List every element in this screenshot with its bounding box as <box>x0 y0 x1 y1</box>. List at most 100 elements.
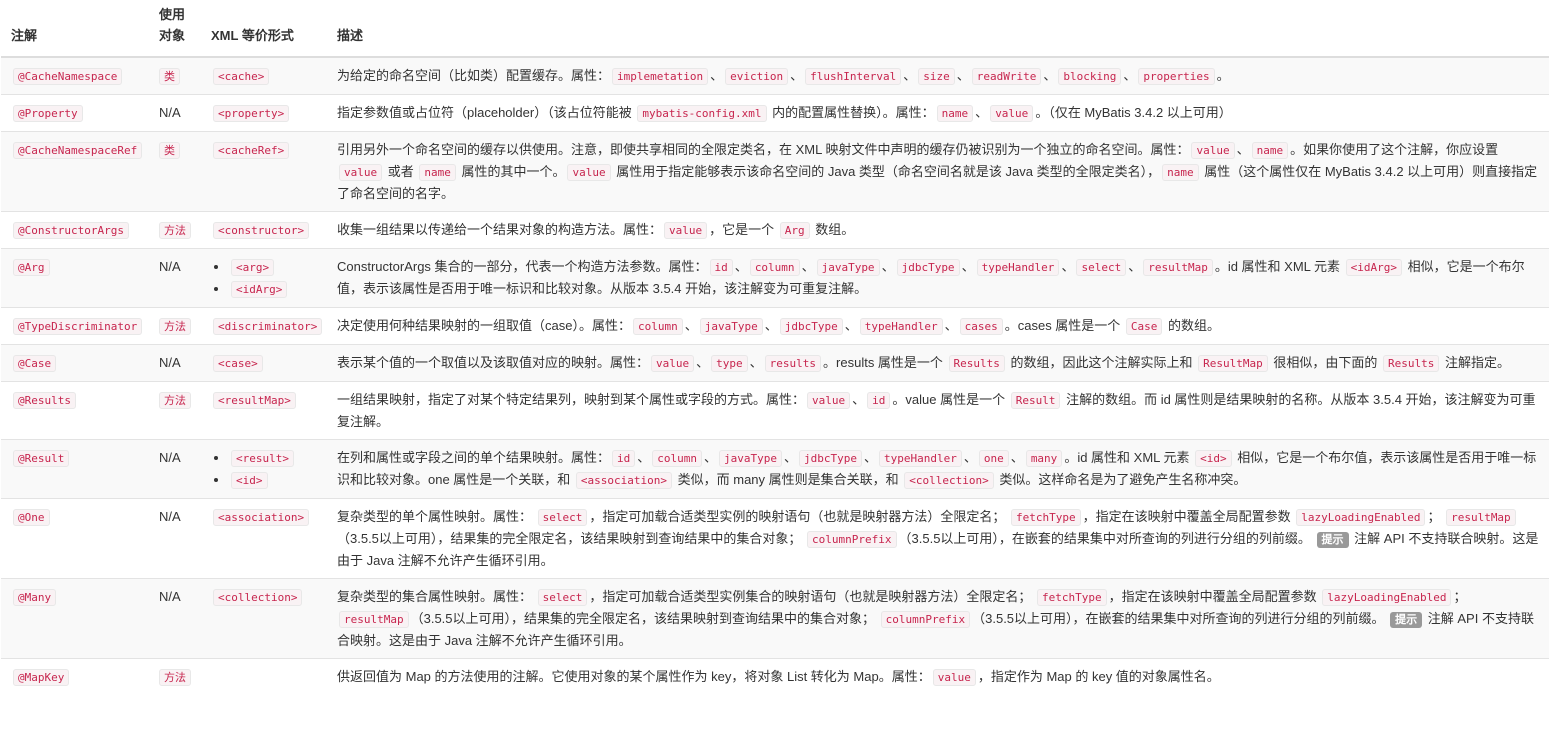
description-text: 、 <box>1236 142 1250 157</box>
target-value: N/A <box>159 450 181 465</box>
description-text: 、 <box>684 318 698 333</box>
description-text: 内的配置属性替换）。属性： <box>768 105 935 120</box>
inline-code: columnPrefix <box>880 611 971 628</box>
xml-list: <result> <id> <box>211 447 319 491</box>
description-text: 、 <box>704 450 718 465</box>
inline-code: javaType <box>816 259 880 276</box>
inline-code: type <box>711 355 748 372</box>
inline-code: column <box>632 318 683 335</box>
xml-cell: <result> <id> <box>201 439 327 499</box>
inline-code: jdbcType <box>779 318 843 335</box>
table-row: @Arg N/A <arg> <idArg> ConstructorArgs 集合的一部… <box>1 248 1549 308</box>
inline-code: resultMap <box>1446 509 1516 526</box>
description-text: 、 <box>710 68 724 83</box>
xml-element: <property> <box>213 105 290 122</box>
xml-cell: <resultMap> <box>201 381 327 440</box>
description-text: 、 <box>749 355 763 370</box>
target-cell: 类 <box>149 56 201 95</box>
description-text: 、 <box>903 68 917 83</box>
inline-code: resultMap <box>339 611 409 628</box>
description-text: 的数组，因此这个注解实际上和 <box>1006 355 1197 370</box>
description-text: 、 <box>764 318 778 333</box>
xml-element: <cache> <box>213 68 270 85</box>
description-cell: 决定使用何种结果映射的一组取值（case）。属性： column、 javaType… <box>327 307 1549 345</box>
target-cell: 方法 <box>149 307 201 345</box>
tip-badge: 提示 <box>1390 612 1423 628</box>
inline-code: id <box>709 259 733 276</box>
description-text: 表示某个值的一个取值以及该取值对应的映射。属性： <box>337 355 650 370</box>
description-text: 类似，而 many 属性则是集合关联，和 <box>674 472 903 487</box>
inline-code: javaType <box>719 450 783 467</box>
description-text: 、 <box>1128 259 1142 274</box>
annotation-cell: @One <box>1 498 149 579</box>
xml-element: <cacheRef> <box>213 142 290 159</box>
target-value: 方法 <box>159 392 191 409</box>
table-row: @TypeDiscriminator 方法 <discriminator> 决定使用何… <box>1 307 1549 345</box>
inline-code: cases <box>959 318 1003 335</box>
inline-code: value <box>651 355 695 372</box>
xml-element: <arg> <box>231 259 275 276</box>
annotation-cell: @Many <box>1 578 149 659</box>
inline-code: flushInterval <box>805 68 902 85</box>
xml-element: <resultMap> <box>213 392 296 409</box>
table-header-row: 注解 使用 对象 XML 等价形式 描述 <box>1 0 1549 58</box>
target-value: N/A <box>159 259 181 274</box>
inline-code: value <box>807 392 851 409</box>
xml-element: <discriminator> <box>213 318 323 335</box>
xml-list-item: <result> <box>229 447 319 469</box>
description-text: ConstructorArgs 集合的一部分，代表一个构造方法参数。属性： <box>337 259 708 274</box>
target-value: 方法 <box>159 318 191 335</box>
description-text: 、 <box>852 392 866 407</box>
inline-code: typeHandler <box>879 450 962 467</box>
inline-code: readWrite <box>971 68 1042 85</box>
annotation-cell: @Case <box>1 344 149 382</box>
inline-code: results <box>764 355 822 372</box>
inline-code: lazyLoadingEnabled <box>1322 589 1452 606</box>
inline-code: fetchType <box>1037 589 1107 606</box>
inline-code: jdbcType <box>896 259 960 276</box>
inline-code: id <box>867 392 891 409</box>
xml-list-item: <arg> <box>229 256 319 278</box>
inline-code: Result <box>1010 392 1061 409</box>
target-cell: 方法 <box>149 211 201 249</box>
table-row: @Property N/A <property> 指定参数值或占位符（placehol… <box>1 94 1549 132</box>
inline-code: name <box>419 164 456 181</box>
annotation-name: @Result <box>13 450 70 467</box>
xml-cell: <cacheRef> <box>201 131 327 212</box>
target-cell: 类 <box>149 131 201 212</box>
annotation-name: @Arg <box>13 259 50 276</box>
description-text: 引用另外一个命名空间的缓存以供使用。注意，即使共享相同的全限定类名，在 XML … <box>337 142 1190 157</box>
xml-element: <idArg> <box>231 281 288 298</box>
table-row: @ResultN/A<result><id>在列和属性或字段之间的单个结果映射。… <box>1 439 1549 499</box>
inline-code: columnPrefix <box>807 531 897 548</box>
description-cell: 为给定的命名空间（比如类）配置缓存。属性： implemetation、 evict… <box>327 56 1549 95</box>
inline-code: <association> <box>575 472 673 489</box>
description-text: 很相似，由下面的 <box>1269 355 1381 370</box>
description-cell: 表示某个值的一个取值以及该取值对应的映射。属性： value、 type、 resul… <box>327 344 1549 382</box>
description-text: 数组。 <box>811 222 855 237</box>
inline-code: many <box>1025 450 1063 467</box>
inline-code: <idArg> <box>1345 259 1403 276</box>
inline-code: <id> <box>1195 450 1232 467</box>
description-text: 。（仅在 MyBatis 3.4.2 以上可用） <box>1035 105 1232 120</box>
xml-element: <constructor> <box>213 222 310 239</box>
xml-list-item: <id> <box>229 469 319 491</box>
description-text: 类似。这样命名是为了避免产生名称冲突。 <box>995 472 1247 487</box>
header-annotation: 注解 <box>1 0 149 58</box>
description-text: 。如果你使用了这个注解，你应设置 <box>1290 142 1499 157</box>
tip-badge: 提示 <box>1316 532 1349 548</box>
target-value: 类 <box>159 142 180 159</box>
description-text: ，指定可加载合适类型实例的映射语句（也就是映射器方法）全限定名； <box>589 509 1009 524</box>
description-cell: 引用另外一个命名空间的缓存以供使用。注意，即使共享相同的全限定类名，在 XML … <box>327 131 1549 212</box>
target-value: 类 <box>159 68 180 85</box>
description-cell: 供返回值为 Map 的方法使用的注解。它使用对象的某个属性作为 key，将对象 … <box>327 658 1549 695</box>
target-value: N/A <box>159 589 181 604</box>
inline-code: blocking <box>1058 68 1122 85</box>
header-target: 使用 对象 <box>149 0 201 58</box>
table-row: @Case N/A <case> 表示某个值的一个取值以及该取值对应的映射。属性： va… <box>1 344 1549 382</box>
annotation-cell: @Property <box>1 94 149 132</box>
description-text: 决定使用何种结果映射的一组取值（case）。属性： <box>337 318 631 333</box>
xml-element: <case> <box>213 355 263 372</box>
description-text: ，指定可加载合适类型实例集合的映射语句（也就是映射器方法）全限定名； <box>589 589 1035 604</box>
description-text: 、 <box>975 105 989 120</box>
